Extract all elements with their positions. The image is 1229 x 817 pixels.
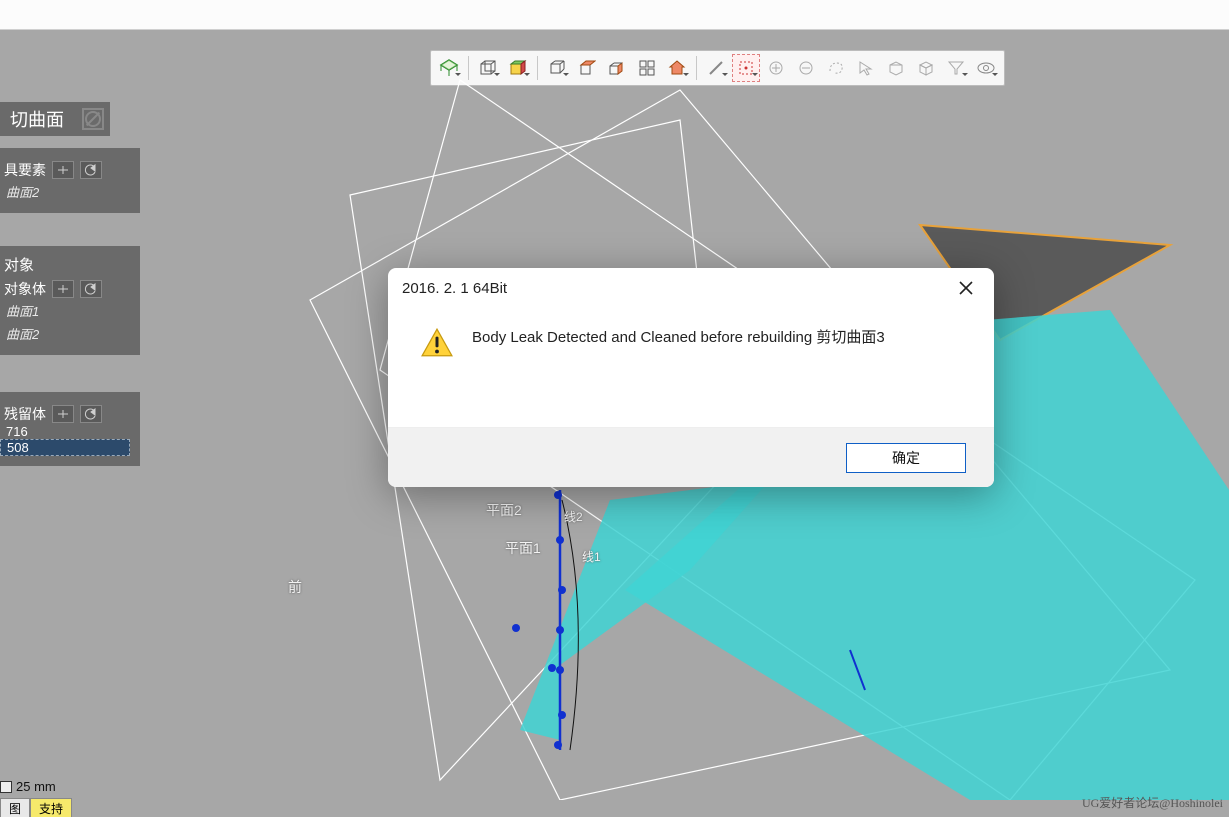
dialog-message: Body Leak Detected and Cleaned before re… [472,326,885,347]
tab-support[interactable]: 支持 [30,798,72,817]
label-line2: 线2 [564,508,583,525]
warning-icon [420,326,454,360]
watermark: UG爱好者论坛@Hoshinolei [1082,794,1223,811]
panel-group-tool: 具要素 曲面2 [0,148,140,213]
edge-icon[interactable] [702,54,730,82]
group1-row-label[interactable]: 曲面2 [0,180,130,203]
target-item-1[interactable]: 曲面2 [0,322,130,345]
highlight-icon[interactable] [52,161,74,179]
ortho-icon[interactable] [543,54,571,82]
add-target-icon[interactable] [762,54,790,82]
group2-header: 对象 [0,254,130,275]
ok-button[interactable]: 确定 [846,443,966,473]
panel-group-residual: 残留体 716 508 [0,392,140,466]
residual-value-1[interactable]: 508 [0,439,130,456]
bottom-tabs: 图 支持 [0,799,72,817]
scale-box-icon [0,781,12,793]
remove-target-icon[interactable] [792,54,820,82]
face-select-icon[interactable] [882,54,910,82]
iso-icon[interactable] [603,54,631,82]
panel-title-text: 切曲面 [10,106,64,132]
group1-header: 具要素 [4,160,46,180]
panel-group-target: 对象 对象体 曲面1 曲面2 [0,246,140,355]
alert-dialog: 2016. 2. 1 64Bit Body Leak Detected and … [388,268,994,487]
visibility-icon[interactable] [972,54,1000,82]
separator [696,56,697,80]
separator [468,56,469,80]
section-icon[interactable] [573,54,601,82]
filter-icon[interactable] [942,54,970,82]
home-view-icon[interactable] [663,54,691,82]
display-style-icon[interactable] [435,54,463,82]
body-select-icon[interactable] [912,54,940,82]
block-icon [82,108,104,130]
shaded-icon[interactable] [504,54,532,82]
group2-row-label: 对象体 [4,279,46,299]
undo-icon[interactable] [80,161,102,179]
pointer-add-icon[interactable] [852,54,880,82]
undo-icon[interactable] [80,405,102,423]
view-toolbar [430,50,1005,86]
undo-icon[interactable] [80,280,102,298]
title-bar [0,0,1229,30]
highlight-icon[interactable] [52,280,74,298]
scale-indicator: 25 mm [0,779,56,794]
label-plane1: 平面1 [505,538,541,558]
label-line1: 线1 [582,548,601,565]
dialog-titlebar: 2016. 2. 1 64Bit [388,268,994,308]
feature-panel-title: 切曲面 [0,102,110,136]
tab-drawing[interactable]: 图 [0,798,30,817]
label-front: 前 [288,577,302,597]
highlight-icon[interactable] [52,405,74,423]
multiview-icon[interactable] [633,54,661,82]
selection-icon[interactable] [732,54,760,82]
dialog-title: 2016. 2. 1 64Bit [402,280,507,297]
wireframe-icon[interactable] [474,54,502,82]
separator [537,56,538,80]
scale-text: 25 mm [16,779,56,794]
group3-header: 残留体 [4,404,46,424]
residual-value-0[interactable]: 716 [0,424,130,439]
label-plane2: 平面2 [486,500,522,520]
target-item-0[interactable]: 曲面1 [0,299,130,322]
close-icon[interactable] [952,274,980,302]
lasso-icon[interactable] [822,54,850,82]
